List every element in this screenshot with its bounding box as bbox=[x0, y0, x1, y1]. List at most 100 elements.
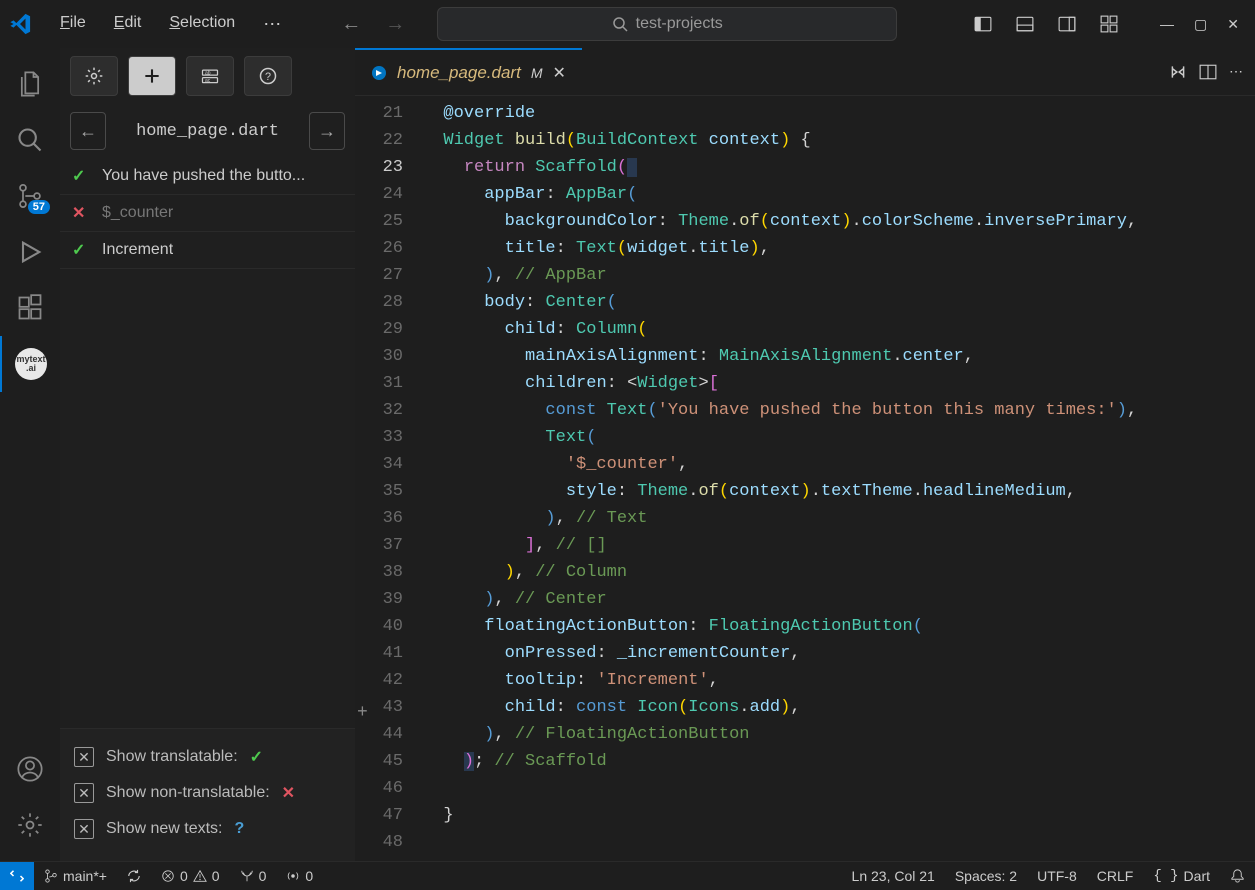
footer-label: Show translatable: bbox=[106, 748, 238, 766]
editor[interactable]: 2122232425262728293031323334353637383940… bbox=[355, 96, 1255, 861]
layout-secondary-sidebar-icon[interactable] bbox=[1052, 9, 1082, 39]
split-editor-icon[interactable] bbox=[1199, 63, 1217, 81]
activity-debug[interactable] bbox=[0, 224, 60, 280]
tab-home-page[interactable]: home_page.dart M ✕ bbox=[355, 48, 582, 95]
sidebar-panel: ab ac ? ← home_page.dart → ✓ You have pus… bbox=[60, 48, 355, 861]
search-icon bbox=[16, 126, 44, 154]
sidebar-title: home_page.dart bbox=[116, 122, 299, 141]
compare-changes-icon[interactable] bbox=[1169, 63, 1187, 81]
command-center-text: test-projects bbox=[636, 15, 723, 33]
debug-icon bbox=[16, 238, 44, 266]
svg-text:ab: ab bbox=[205, 70, 211, 76]
window-minimize[interactable]: — bbox=[1160, 16, 1174, 33]
extensions-icon bbox=[16, 294, 44, 322]
activity-explorer[interactable] bbox=[0, 56, 60, 112]
gear-icon bbox=[84, 66, 104, 86]
activity-accounts[interactable] bbox=[0, 741, 60, 797]
tab-modified: M bbox=[531, 65, 543, 81]
scm-badge: 57 bbox=[28, 200, 50, 214]
text-list: ✓ You have pushed the butto... ✕ $_count… bbox=[60, 158, 355, 728]
status-problems[interactable]: 0 0 bbox=[151, 868, 230, 884]
check-icon: ✓ bbox=[72, 240, 90, 260]
sync-icon bbox=[127, 869, 141, 883]
error-icon bbox=[161, 869, 175, 883]
more-actions-icon[interactable]: ⋯ bbox=[1229, 63, 1243, 80]
gear-icon bbox=[16, 811, 44, 839]
mytext-logo-icon: mytext .ai bbox=[15, 348, 47, 380]
add-line-icon[interactable]: + bbox=[357, 700, 368, 727]
files-icon bbox=[16, 70, 44, 98]
menu-selection[interactable]: Selection bbox=[157, 8, 247, 41]
replace-icon: ab ac bbox=[200, 66, 220, 86]
list-item[interactable]: ✓ You have pushed the butto... bbox=[60, 158, 355, 195]
activity-settings[interactable] bbox=[0, 797, 60, 853]
sidebar-next[interactable]: → bbox=[309, 112, 345, 150]
footer-label: Show new texts: bbox=[106, 820, 223, 838]
menu-file[interactable]: File bbox=[48, 8, 98, 41]
toggle-checkbox[interactable]: ✕ bbox=[74, 819, 94, 839]
activity-bar: 57 mytext .ai bbox=[0, 48, 60, 861]
sidebar-footer: ✕ Show translatable: ✓ ✕ Show non-transl… bbox=[60, 728, 355, 861]
footer-label: Show non-translatable: bbox=[106, 784, 270, 802]
nav-forward-icon[interactable]: → bbox=[377, 9, 413, 40]
status-language[interactable]: { }Dart bbox=[1143, 868, 1220, 884]
tool-add[interactable] bbox=[128, 56, 176, 96]
account-icon bbox=[16, 755, 44, 783]
warning-icon bbox=[193, 869, 207, 883]
status-eol[interactable]: CRLF bbox=[1087, 868, 1144, 884]
question-icon: ? bbox=[235, 820, 245, 838]
activity-mytext[interactable]: mytext .ai bbox=[0, 336, 60, 392]
line-gutter: 2122232425262728293031323334353637383940… bbox=[355, 96, 423, 856]
vscode-logo-icon bbox=[8, 12, 32, 36]
status-indent[interactable]: Spaces: 2 bbox=[945, 868, 1027, 884]
tool-settings[interactable] bbox=[70, 56, 118, 96]
status-sync[interactable] bbox=[117, 869, 151, 883]
help-icon: ? bbox=[258, 66, 278, 86]
customize-layout-icon[interactable] bbox=[1094, 9, 1124, 39]
layout-panel-icon[interactable] bbox=[1010, 9, 1040, 39]
activity-extensions[interactable] bbox=[0, 280, 60, 336]
command-center[interactable]: test-projects bbox=[437, 7, 897, 41]
status-ports[interactable]: 0 bbox=[230, 868, 277, 884]
status-remote[interactable] bbox=[0, 862, 34, 890]
cross-icon: ✕ bbox=[282, 783, 295, 803]
status-bar: main*+ 0 0 0 0 Ln 23, Col 21 Spaces: 2 U… bbox=[0, 861, 1255, 889]
check-icon: ✓ bbox=[72, 166, 90, 186]
window-maximize[interactable]: ▢ bbox=[1194, 16, 1207, 33]
svg-text:ac: ac bbox=[205, 78, 211, 84]
tab-close-icon[interactable]: ✕ bbox=[553, 63, 566, 83]
tab-bar: home_page.dart M ✕ ⋯ bbox=[355, 48, 1255, 96]
list-item[interactable]: ✕ $_counter bbox=[60, 195, 355, 232]
status-branch[interactable]: main*+ bbox=[34, 868, 117, 884]
code-content[interactable]: @override Widget build(BuildContext cont… bbox=[423, 96, 1255, 861]
menu-overflow[interactable]: ⋯ bbox=[251, 8, 293, 41]
remote-icon bbox=[10, 869, 24, 883]
window-close[interactable]: ✕ bbox=[1227, 16, 1239, 33]
status-position[interactable]: Ln 23, Col 21 bbox=[842, 868, 945, 884]
sidebar-prev[interactable]: ← bbox=[70, 112, 106, 150]
tool-replace[interactable]: ab ac bbox=[186, 56, 234, 96]
list-item[interactable]: ✓ Increment bbox=[60, 232, 355, 269]
antenna-icon bbox=[240, 869, 254, 883]
dart-file-icon bbox=[371, 65, 387, 81]
activity-search[interactable] bbox=[0, 112, 60, 168]
title-bar: File Edit Selection ⋯ ← → test-projects … bbox=[0, 0, 1255, 48]
menu-edit[interactable]: Edit bbox=[102, 8, 154, 41]
radio-icon bbox=[286, 869, 300, 883]
toggle-checkbox[interactable]: ✕ bbox=[74, 783, 94, 803]
search-icon bbox=[612, 16, 628, 32]
status-radio[interactable]: 0 bbox=[276, 868, 323, 884]
status-encoding[interactable]: UTF-8 bbox=[1027, 868, 1087, 884]
activity-source-control[interactable]: 57 bbox=[0, 168, 60, 224]
toggle-checkbox[interactable]: ✕ bbox=[74, 747, 94, 767]
item-label: You have pushed the butto... bbox=[102, 167, 305, 185]
bell-icon bbox=[1230, 868, 1245, 883]
status-notifications[interactable] bbox=[1220, 868, 1255, 883]
branch-icon bbox=[44, 869, 58, 883]
nav-back-icon[interactable]: ← bbox=[333, 9, 369, 40]
plus-icon bbox=[142, 66, 162, 86]
layout-primary-sidebar-icon[interactable] bbox=[968, 9, 998, 39]
item-label: $_counter bbox=[102, 204, 173, 222]
check-icon: ✓ bbox=[250, 747, 263, 767]
tool-help[interactable]: ? bbox=[244, 56, 292, 96]
